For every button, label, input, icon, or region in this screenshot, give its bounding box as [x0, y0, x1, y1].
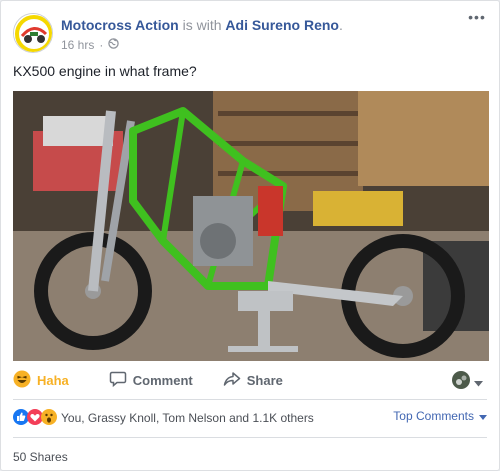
more-icon[interactable]: ••• — [467, 10, 487, 27]
chevron-down-icon — [479, 409, 487, 423]
reaction-summary-text[interactable]: You, Grassy Knoll, Tom Nelson and 1.1K o… — [61, 411, 314, 425]
divider — [13, 399, 487, 400]
top-comments-label: Top Comments — [393, 409, 474, 423]
post-author-line: Motocross Action is with Adi Sureno Reno… — [61, 16, 343, 34]
action-bar: Haha Comment Share — [13, 365, 487, 395]
globe-icon — [108, 38, 120, 52]
comment-label: Comment — [132, 372, 193, 388]
haha-label: Haha — [37, 372, 69, 388]
chevron-down-icon — [474, 374, 483, 392]
top-comments-dropdown[interactable]: Top Comments — [393, 409, 487, 423]
page-name-link[interactable]: Motocross Action — [61, 17, 179, 33]
divider — [13, 437, 487, 438]
meta-separator: · — [99, 38, 104, 52]
share-button[interactable]: Share — [223, 370, 283, 391]
wow-icon — [41, 408, 57, 428]
page-avatar[interactable] — [13, 13, 53, 53]
post-as-selector[interactable] — [452, 371, 483, 394]
post-meta: 16 hrs · — [61, 38, 120, 52]
post-card: Motocross Action is with Adi Sureno Reno… — [0, 0, 500, 471]
comment-button[interactable]: Comment — [109, 370, 193, 391]
share-label: Share — [246, 372, 283, 388]
tagged-person-link[interactable]: Adi Sureno Reno — [225, 17, 339, 33]
comment-icon — [109, 370, 127, 391]
share-icon — [223, 370, 241, 391]
with-text: is with — [182, 17, 222, 33]
post-text: KX500 engine in what frame? — [13, 63, 197, 79]
haha-reaction-button[interactable]: Haha — [13, 370, 69, 391]
post-header: Motocross Action is with Adi Sureno Reno… — [13, 10, 487, 57]
post-time[interactable]: 16 hrs — [61, 38, 94, 52]
reaction-summary: You, Grassy Knoll, Tom Nelson and 1.1K o… — [13, 408, 487, 428]
post-photo[interactable] — [13, 91, 489, 361]
period: . — [338, 17, 343, 33]
reaction-icons[interactable] — [13, 408, 57, 428]
viewer-avatar — [452, 371, 470, 394]
share-count[interactable]: 50 Shares — [13, 450, 68, 464]
haha-icon — [13, 370, 31, 391]
